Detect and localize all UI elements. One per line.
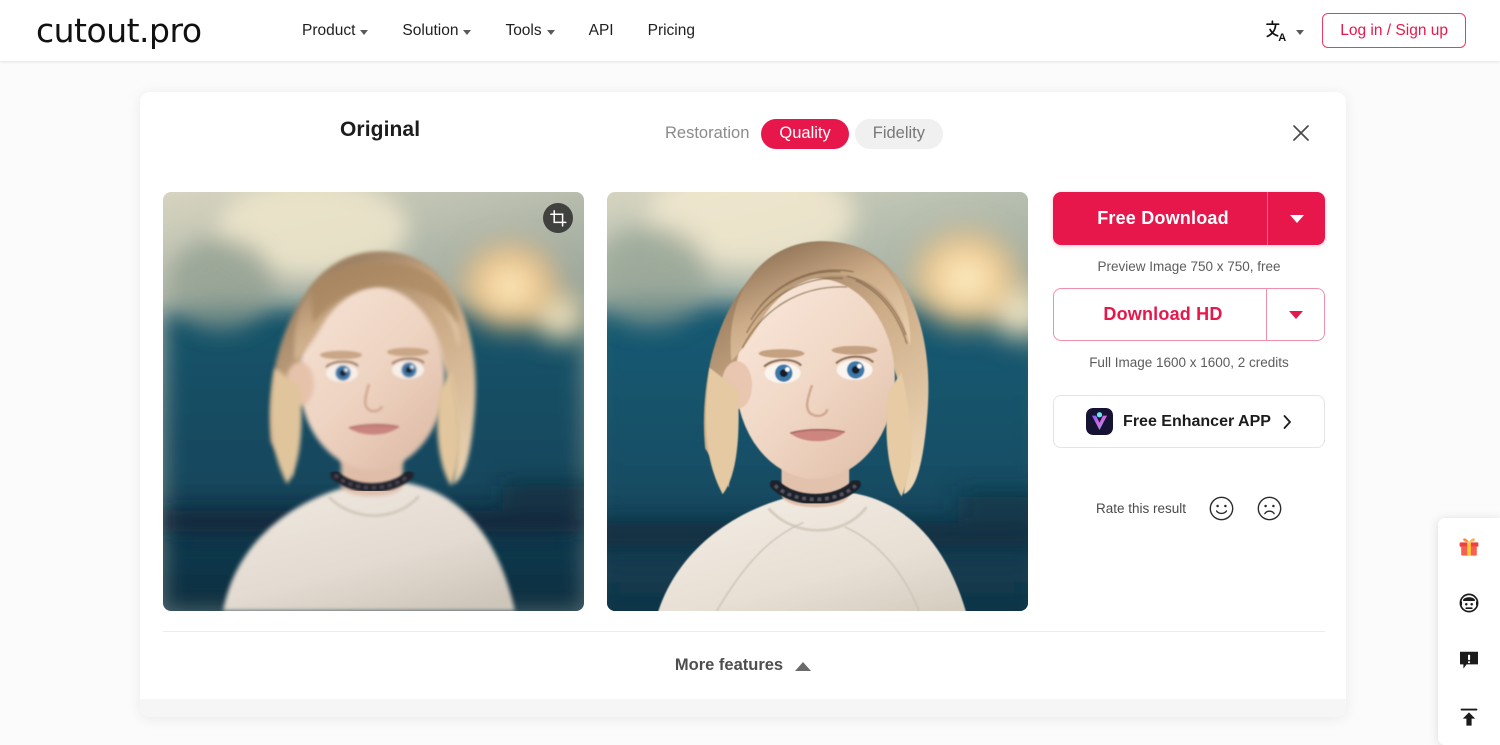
login-signup-button[interactable]: Log in / Sign up (1322, 12, 1466, 49)
download-hd-dropdown[interactable] (1267, 310, 1324, 319)
nav-item-solution[interactable]: Solution (385, 16, 488, 46)
result-card: Original Restoration Quality Fidelity Fr… (140, 92, 1346, 717)
back-to-top-icon (1460, 708, 1478, 726)
enhancer-app-icon (1086, 408, 1114, 435)
free-download-label: Free Download (1097, 208, 1229, 228)
smiley-happy-icon[interactable] (1209, 496, 1234, 521)
page-body: Original Restoration Quality Fidelity Fr… (0, 61, 1500, 745)
support-agent-button[interactable] (1446, 580, 1492, 626)
download-hd-label: Download HD (1103, 304, 1223, 324)
actions-panel: Free Download Preview Image 750 x 750, f… (1053, 192, 1325, 521)
language-switcher[interactable]: A (1264, 18, 1305, 44)
download-hd-caption: Full Image 1600 x 1600, 2 credits (1089, 355, 1289, 370)
nav-item-label: Tools (505, 21, 542, 39)
tab-quality[interactable]: Quality (761, 119, 849, 149)
smiley-sad-icon[interactable] (1257, 496, 1282, 521)
feedback-icon (1460, 651, 1478, 669)
nav-item-label: Solution (402, 21, 459, 39)
enhanced-photo (607, 192, 1028, 611)
gift-icon (1459, 538, 1479, 556)
nav-item-pricing[interactable]: Pricing (631, 16, 712, 46)
page-title: Original (340, 118, 421, 141)
nav-item-label: API (588, 21, 614, 39)
chevron-down-icon (360, 29, 369, 35)
nav-item-product[interactable]: Product (295, 16, 385, 46)
chevron-right-icon (1283, 414, 1291, 429)
rating-label: Rate this result (1095, 501, 1187, 516)
free-download-dropdown[interactable] (1268, 214, 1325, 223)
nav-item-label: Product (302, 21, 356, 39)
translate-icon: A (1266, 19, 1286, 44)
download-hd-button[interactable]: Download HD (1053, 288, 1325, 341)
close-icon[interactable] (1290, 122, 1312, 144)
original-image-pane[interactable] (163, 192, 584, 611)
back-to-top-button[interactable] (1446, 694, 1492, 740)
gift-button[interactable] (1446, 523, 1492, 569)
free-enhancer-app-button[interactable]: Free Enhancer APP (1053, 395, 1325, 448)
card-header: Original Restoration Quality Fidelity (140, 92, 1346, 167)
main-nav: Product Solution Tools API Pricing (295, 0, 712, 61)
enhanced-image-pane[interactable] (607, 192, 1028, 611)
nav-item-label: Pricing (647, 21, 695, 39)
tab-fidelity[interactable]: Fidelity (854, 119, 944, 149)
mode-group-label: Restoration (665, 124, 750, 143)
more-features-toggle[interactable]: More features (140, 656, 1346, 675)
feedback-button[interactable] (1446, 637, 1492, 683)
rating-row: Rate this result (1053, 496, 1325, 521)
mode-tabs: Restoration Quality Fidelity (665, 119, 944, 149)
chevron-down-icon (1296, 29, 1305, 35)
chevron-down-icon (546, 29, 555, 35)
section-divider (163, 631, 1325, 632)
support-agent-icon (1459, 593, 1479, 613)
card-footer-strip (140, 699, 1346, 717)
triangle-up-icon (795, 662, 812, 671)
original-photo (163, 192, 584, 611)
site-header: cutout.pro Product Solution Tools API Pr… (0, 0, 1500, 61)
crop-button[interactable] (543, 203, 573, 233)
free-download-caption: Preview Image 750 x 750, free (1097, 259, 1281, 274)
floating-side-toolbar (1438, 518, 1500, 745)
nav-item-tools[interactable]: Tools (488, 16, 571, 46)
nav-item-api[interactable]: API (572, 16, 631, 46)
more-features-label: More features (674, 656, 784, 674)
caret-down-icon (1288, 310, 1303, 319)
svg-text:A: A (1278, 32, 1286, 44)
chevron-down-icon (463, 29, 472, 35)
free-enhancer-app-label: Free Enhancer APP (1123, 412, 1271, 430)
free-download-button[interactable]: Free Download (1053, 192, 1325, 245)
header-right-group: A Log in / Sign up (1264, 0, 1466, 61)
site-logo[interactable]: cutout.pro (36, 11, 202, 51)
crop-icon (549, 209, 567, 227)
caret-down-icon (1289, 214, 1304, 223)
